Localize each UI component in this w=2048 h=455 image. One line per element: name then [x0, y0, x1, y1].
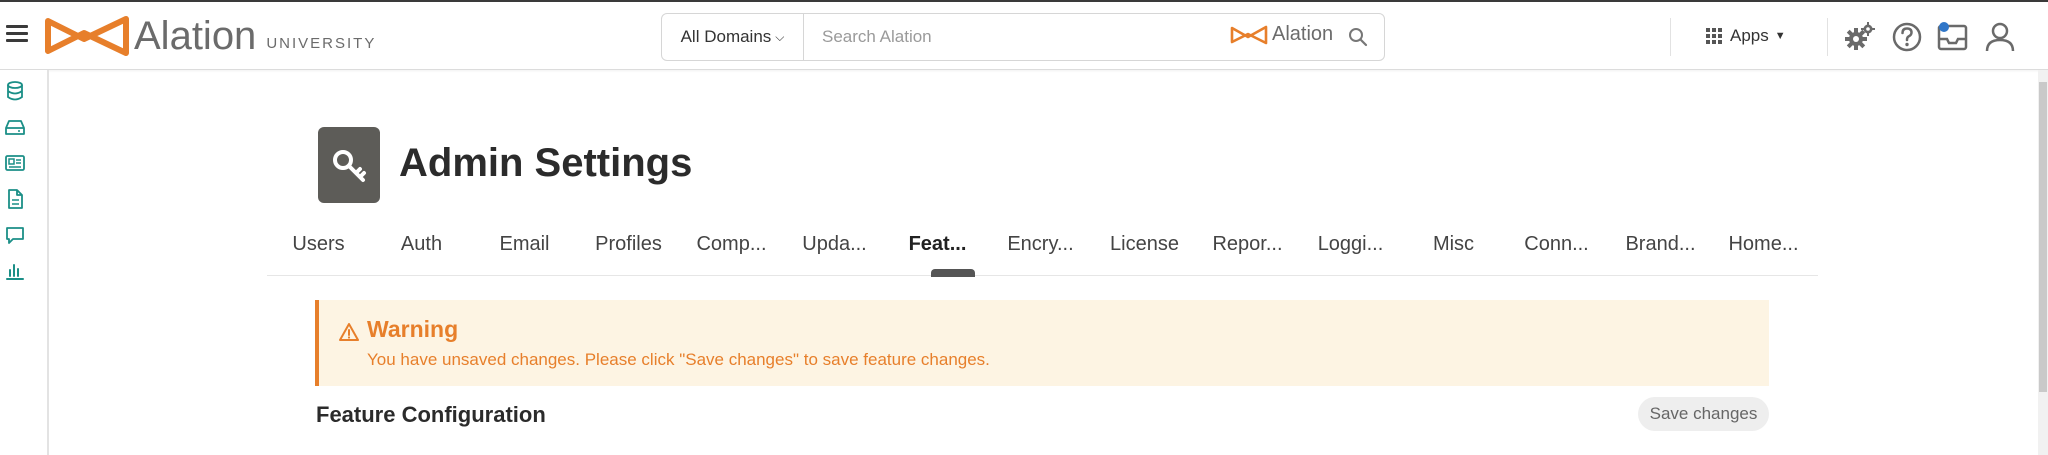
- settings-tabs: Users Auth Email Profiles Comp... Upda... Feat…: [267, 228, 1818, 277]
- tab-feat[interactable]: Feat...: [886, 233, 989, 256]
- unsaved-changes-warning: Warning You have unsaved changes. Please…: [315, 300, 1769, 386]
- active-tab-indicator: [931, 269, 975, 277]
- tab-users[interactable]: Users: [267, 233, 370, 256]
- tab-auth[interactable]: Auth: [370, 233, 473, 256]
- top-bar: Alation UNIVERSITY All Domains ⌵ Search …: [0, 0, 2048, 70]
- save-changes-button[interactable]: Save changes: [1638, 397, 1769, 431]
- tab-conn[interactable]: Conn...: [1505, 233, 1608, 256]
- tab-comp[interactable]: Comp...: [680, 233, 783, 256]
- search-input[interactable]: Search Alation: [822, 27, 932, 47]
- divider: [1670, 18, 1671, 56]
- key-icon: [333, 150, 366, 182]
- card-icon[interactable]: [4, 152, 26, 174]
- tab-profiles[interactable]: Profiles: [577, 233, 680, 256]
- database-icon[interactable]: [4, 80, 26, 102]
- apps-grid-icon: [1706, 27, 1723, 45]
- vertical-scrollbar[interactable]: [2038, 70, 2048, 455]
- page-title: Admin Settings: [399, 141, 693, 185]
- drive-icon[interactable]: [4, 116, 26, 138]
- logo-wordmark: Alation: [134, 13, 257, 58]
- apps-label: Apps: [1730, 26, 1769, 45]
- tab-upda[interactable]: Upda...: [783, 233, 886, 256]
- document-icon[interactable]: [4, 188, 26, 210]
- hamburger-menu-icon[interactable]: [6, 25, 28, 45]
- chevron-down-icon: ⌵: [775, 29, 785, 44]
- scrollbar-thumb[interactable]: [2039, 82, 2047, 392]
- inbox-icon[interactable]: [1936, 20, 1970, 54]
- left-rail: [0, 70, 49, 455]
- alation-logo[interactable]: Alation UNIVERSITY: [44, 14, 376, 58]
- divider: [1827, 18, 1828, 56]
- warning-triangle-icon: [339, 323, 359, 341]
- search-brand-label: Alation: [1272, 23, 1334, 45]
- tab-encry[interactable]: Encry...: [989, 233, 1092, 256]
- tab-brand[interactable]: Brand...: [1609, 233, 1712, 256]
- search-brand: Alation: [1230, 23, 1333, 46]
- alation-bowtie-icon: [45, 16, 129, 56]
- tab-home[interactable]: Home...: [1712, 233, 1815, 256]
- apps-menu[interactable]: Apps ▼: [1706, 26, 1786, 46]
- section-title: Feature Configuration: [316, 402, 546, 427]
- search-bar: All Domains ⌵ Search Alation Alation: [661, 13, 1385, 61]
- help-icon[interactable]: [1890, 20, 1924, 54]
- tab-loggi[interactable]: Loggi...: [1299, 233, 1402, 256]
- search-icon[interactable]: [1348, 27, 1368, 47]
- tab-misc[interactable]: Misc: [1402, 233, 1505, 256]
- tab-repor[interactable]: Repor...: [1196, 233, 1299, 256]
- alation-bowtie-icon: [1230, 25, 1268, 44]
- domain-selector-label: All Domains: [680, 27, 772, 46]
- tab-email[interactable]: Email: [473, 233, 576, 256]
- tab-license[interactable]: License: [1093, 233, 1196, 256]
- caret-down-icon: ▼: [1774, 30, 1786, 42]
- admin-settings-tile: [318, 127, 380, 203]
- gear-icon[interactable]: [1843, 20, 1877, 54]
- chart-icon[interactable]: [4, 260, 26, 282]
- user-profile-icon[interactable]: [1983, 20, 2017, 54]
- chat-icon[interactable]: [4, 224, 26, 246]
- warning-message: You have unsaved changes. Please click "…: [367, 350, 990, 369]
- domain-selector[interactable]: All Domains ⌵: [662, 14, 804, 60]
- logo-subtitle: UNIVERSITY: [266, 34, 377, 52]
- warning-title: Warning: [367, 316, 459, 342]
